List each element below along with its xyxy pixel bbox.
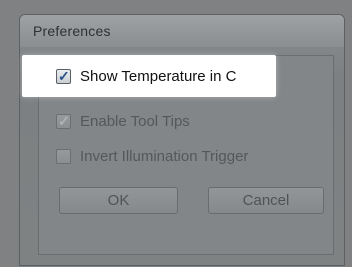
invert-illumination-option: Invert Illumination Trigger <box>56 146 248 166</box>
enable-tool-tips-label: Enable Tool Tips <box>80 112 190 130</box>
show-temperature-option[interactable]: ✓ Show Temperature in C <box>56 66 236 86</box>
checkmark-icon: ✓ <box>58 112 70 129</box>
cancel-button[interactable]: Cancel <box>208 187 324 214</box>
enable-tool-tips-option: ✓ Enable Tool Tips <box>56 111 190 131</box>
invert-illumination-checkbox <box>56 148 71 164</box>
checkmark-icon: ✓ <box>58 67 70 84</box>
enable-tool-tips-checkbox: ✓ <box>56 112 71 129</box>
invert-illumination-label: Invert Illumination Trigger <box>80 147 249 165</box>
title-bar[interactable]: Preferences <box>20 15 344 47</box>
show-temperature-label: Show Temperature in C <box>80 67 237 85</box>
preferences-dialog: Preferences <box>19 14 345 266</box>
ok-button[interactable]: OK <box>59 187 178 214</box>
show-temperature-checkbox[interactable]: ✓ <box>56 67 71 84</box>
dialog-title: Preferences <box>33 23 111 39</box>
